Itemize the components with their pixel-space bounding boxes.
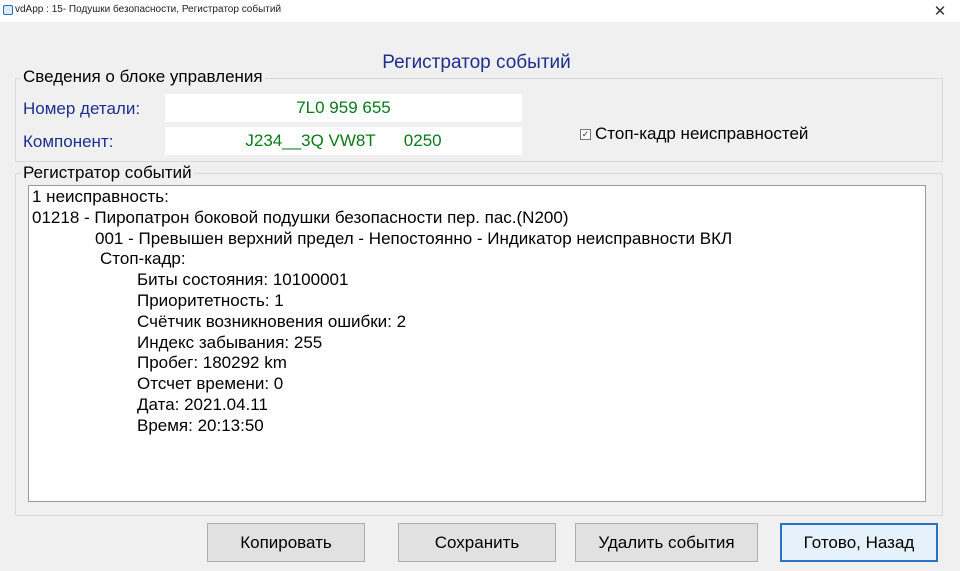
freeze-frame-checkbox[interactable]: ✓ Стоп-кадр неисправностей	[580, 124, 808, 144]
log-line: Индекс забывания: 255	[137, 332, 323, 352]
done-back-button[interactable]: Готово, Назад	[780, 523, 938, 562]
delete-events-button[interactable]: Удалить события	[575, 523, 758, 562]
copy-button[interactable]: Копировать	[207, 523, 365, 562]
part-number-field: 7L0 959 655	[165, 94, 522, 122]
log-line: 1 неисправность:	[32, 187, 169, 206]
log-line: 001 - Превышен верхний предел - Непостоя…	[95, 228, 733, 248]
close-icon: ✕	[933, 3, 947, 20]
log-line: Отсчет времени: 0	[137, 374, 284, 394]
log-line: Дата: 2021.04.11	[137, 394, 268, 414]
log-line: Пробег: 180292 km	[137, 353, 287, 373]
event-log-textbox[interactable]: 1 неисправность: 01218 - Пиропатрон боков…	[28, 185, 926, 502]
title-bar: vdApp : 15- Подушки безопасности, Регист…	[0, 0, 960, 22]
event-log-legend: Регистратор событий	[21, 163, 194, 183]
part-number-label: Номер детали:	[23, 99, 141, 118]
log-line: Приоритетность: 1	[137, 290, 284, 310]
checkbox-check-icon[interactable]: ✓	[580, 128, 591, 140]
save-button[interactable]: Сохранить	[398, 523, 556, 562]
log-line: Стоп-кадр:	[100, 249, 186, 269]
window-title: vdApp : 15- Подушки безопасности, Регист…	[15, 4, 282, 15]
close-window-button[interactable]: ✕	[920, 0, 960, 22]
control-unit-legend: Сведения о блоке управления	[21, 67, 265, 87]
log-line: Биты состояния: 10100001	[137, 270, 349, 290]
component-field: J234__3Q VW8T 0250	[165, 127, 522, 155]
component-label: Компонент:	[23, 132, 114, 151]
log-line: 01218 - Пиропатрон боковой подушки безоп…	[32, 207, 569, 227]
app-icon	[3, 5, 13, 15]
freeze-frame-label: Стоп-кадр неисправностей	[595, 124, 809, 143]
log-line: Счётчик возникновения ошибки: 2	[137, 311, 407, 331]
log-line: Время: 20:13:50	[137, 415, 264, 435]
